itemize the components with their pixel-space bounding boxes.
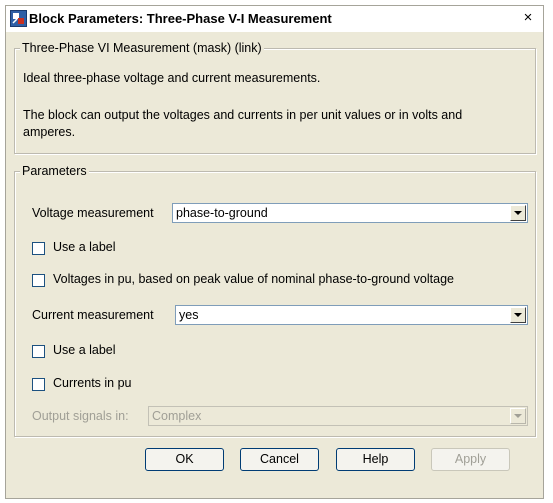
current-measurement-value: yes	[179, 308, 199, 322]
parameters-group-title: Parameters	[20, 164, 89, 178]
title-bar[interactable]: Block Parameters: Three-Phase V-I Measur…	[6, 6, 543, 32]
voltages-in-pu-checkbox[interactable]	[32, 274, 45, 287]
apply-button[interactable]: Apply	[431, 448, 510, 471]
close-icon[interactable]: ×	[519, 9, 537, 27]
current-measurement-label: Current measurement	[32, 308, 154, 322]
description-line-3: amperes.	[23, 125, 76, 139]
description-line-2: The block can output the voltages and cu…	[23, 108, 463, 122]
simulink-block-icon	[10, 10, 27, 27]
chevron-down-icon[interactable]	[510, 307, 526, 323]
output-signals-value: Complex	[152, 409, 202, 423]
output-signals-select[interactable]: Complex	[148, 406, 528, 426]
output-signals-label: Output signals in:	[32, 409, 129, 423]
current-use-label-text: Use a label	[53, 343, 116, 357]
voltages-in-pu-text: Voltages in pu, based on peak value of n…	[53, 272, 454, 286]
current-measurement-select[interactable]: yes	[175, 305, 528, 325]
ok-button[interactable]: OK	[145, 448, 224, 471]
parameters-group: Parameters Voltage measurement phase-to-…	[14, 164, 536, 437]
voltage-measurement-select[interactable]: phase-to-ground	[172, 203, 528, 223]
currents-in-pu-text: Currents in pu	[53, 376, 132, 390]
description-group: Three-Phase VI Measurement (mask) (link)…	[14, 41, 536, 154]
block-parameters-dialog: Block Parameters: Three-Phase V-I Measur…	[5, 5, 544, 499]
voltage-measurement-value: phase-to-ground	[176, 206, 268, 220]
current-use-label-checkbox[interactable]	[32, 345, 45, 358]
help-button[interactable]: Help	[336, 448, 415, 471]
cancel-button[interactable]: Cancel	[240, 448, 319, 471]
chevron-down-icon[interactable]	[510, 205, 526, 221]
description-group-title: Three-Phase VI Measurement (mask) (link)	[20, 41, 264, 55]
window-title: Block Parameters: Three-Phase V-I Measur…	[29, 11, 332, 26]
voltage-use-label-checkbox[interactable]	[32, 242, 45, 255]
voltage-measurement-label: Voltage measurement	[32, 206, 154, 220]
description-line-1: Ideal three-phase voltage and current me…	[23, 71, 321, 85]
currents-in-pu-checkbox[interactable]	[32, 378, 45, 391]
chevron-down-icon	[510, 408, 526, 424]
voltage-use-label-text: Use a label	[53, 240, 116, 254]
